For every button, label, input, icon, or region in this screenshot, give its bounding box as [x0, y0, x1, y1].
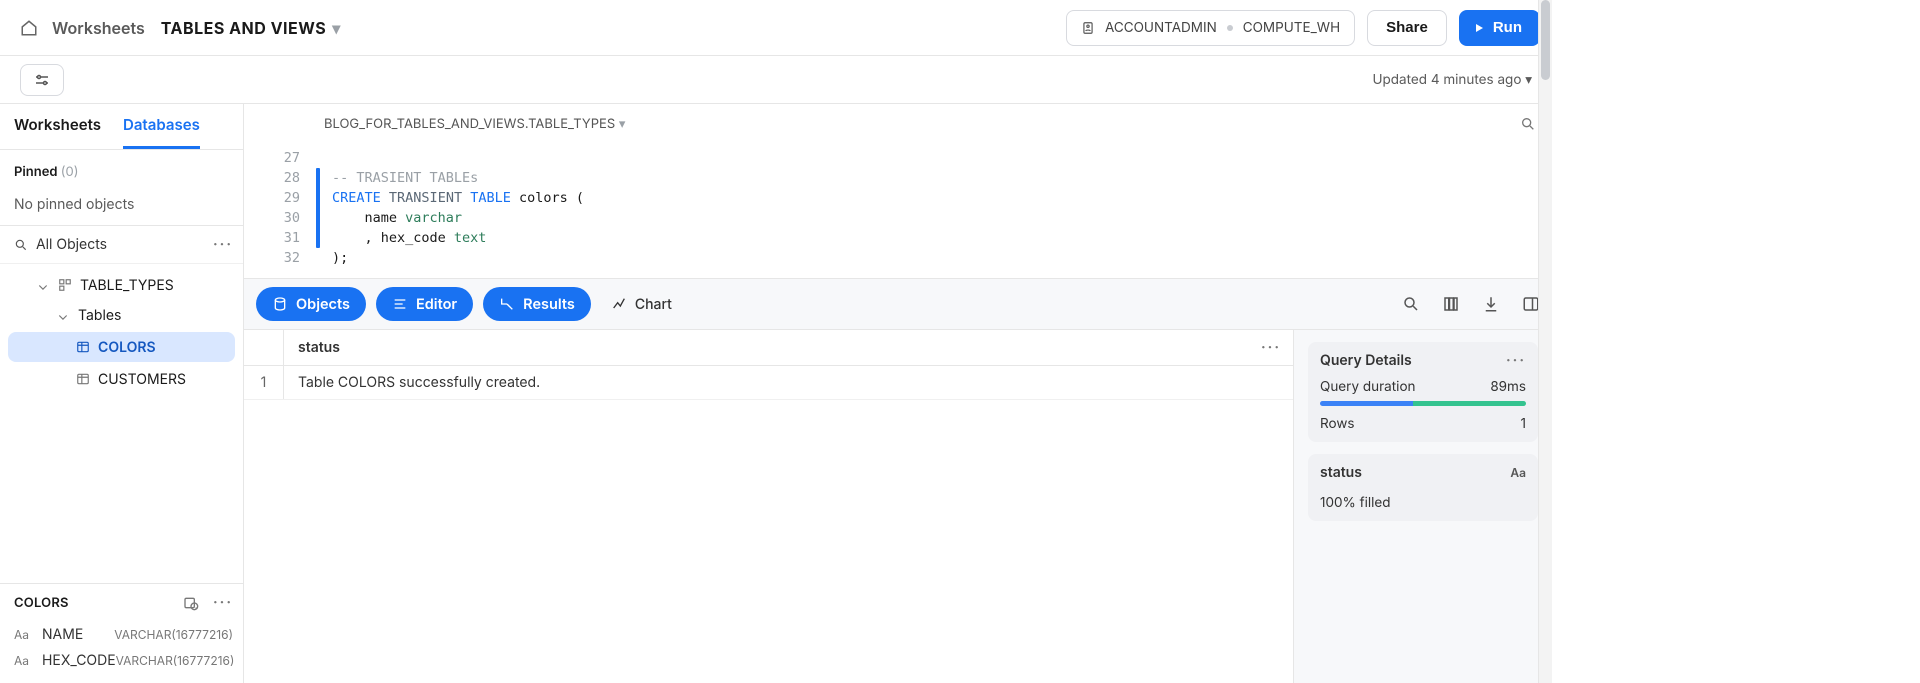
scrollbar[interactable] — [1538, 0, 1552, 683]
duration-label: Query duration — [1320, 379, 1416, 395]
row-number: 1 — [244, 366, 284, 399]
pill-editor[interactable]: Editor — [376, 287, 473, 321]
pill-objects[interactable]: Objects — [256, 287, 366, 321]
execution-marker — [316, 168, 320, 248]
chart-tab[interactable]: Chart — [601, 296, 682, 313]
download-icon[interactable] — [1482, 295, 1500, 313]
warehouse-label: COMPUTE_WH — [1243, 20, 1340, 36]
filters-button[interactable] — [20, 64, 64, 96]
schema-icon — [58, 278, 72, 292]
row-number-header — [244, 330, 284, 365]
tree-tables-group[interactable]: ⌄ Tables — [0, 300, 243, 330]
chevron-down-icon: ▾ — [332, 18, 341, 38]
role-warehouse-selector[interactable]: ACCOUNTADMIN COMPUTE_WH — [1066, 10, 1355, 46]
column-row: AaNAME VARCHAR(16777216) — [14, 621, 233, 647]
share-button[interactable]: Share — [1367, 10, 1447, 46]
role-icon — [1081, 21, 1095, 35]
search-icon[interactable] — [14, 238, 28, 252]
tab-databases[interactable]: Databases — [123, 115, 200, 149]
duration-value: 89ms — [1490, 379, 1526, 395]
details-title: COLORS — [14, 595, 69, 611]
text-type-icon: Aa — [14, 627, 32, 642]
sql-editor[interactable]: 27 28 29 30 31 32 -- TRASIENT TABLEs CRE… — [244, 144, 1552, 278]
text-type-icon: Aa — [1510, 465, 1526, 480]
tree-item-customers[interactable]: CUSTOMERS — [0, 364, 243, 394]
context-path[interactable]: BLOG_FOR_TABLES_AND_VIEWS.TABLE_TYPES ▾ — [324, 116, 625, 132]
tab-worksheets[interactable]: Worksheets — [14, 115, 101, 149]
worksheet-title[interactable]: TABLES AND VIEWS▾ — [161, 18, 341, 38]
text-type-icon: Aa — [14, 653, 32, 668]
rows-value: 1 — [1521, 416, 1527, 432]
query-details-title: Query Details — [1320, 352, 1412, 369]
rows-label: Rows — [1320, 416, 1355, 432]
breadcrumb-worksheets[interactable]: Worksheets — [52, 18, 145, 38]
column-header-status[interactable]: status — [284, 339, 1261, 356]
more-icon[interactable]: ··· — [213, 236, 233, 253]
table-icon — [76, 372, 90, 386]
tree-schema[interactable]: ⌄ TABLE_TYPES — [0, 270, 243, 300]
separator-dot — [1227, 25, 1233, 31]
tree-item-colors[interactable]: COLORS — [8, 332, 235, 362]
table-row[interactable]: 1 Table COLORS successfully created. — [244, 366, 1293, 400]
filled-label: 100% filled — [1320, 495, 1391, 511]
chevron-down-icon: ▾ — [619, 116, 626, 132]
all-objects-label[interactable]: All Objects — [36, 236, 107, 253]
cell-status: Table COLORS successfully created. — [284, 374, 1293, 391]
search-icon[interactable] — [1520, 116, 1536, 132]
updated-label[interactable]: Updated 4 minutes ago ▾ — [1372, 72, 1532, 88]
pinned-empty-text: No pinned objects — [14, 196, 229, 213]
column-row: AaHEX_CODE VARCHAR(16777216) — [14, 647, 233, 673]
chevron-down-icon: ⌄ — [56, 307, 70, 324]
columns-icon[interactable] — [1442, 295, 1460, 313]
role-label: ACCOUNTADMIN — [1105, 20, 1217, 36]
home-icon[interactable] — [20, 19, 38, 37]
search-icon[interactable] — [1402, 295, 1420, 313]
table-icon — [76, 340, 90, 354]
pinned-count: (0) — [61, 164, 79, 180]
pill-results[interactable]: Results — [483, 287, 591, 321]
duration-bar — [1320, 401, 1526, 406]
status-column-label: status — [1320, 464, 1362, 481]
preview-icon[interactable] — [183, 595, 199, 611]
column-menu-icon[interactable]: ··· — [1261, 339, 1293, 356]
more-icon[interactable]: ··· — [213, 594, 233, 611]
pinned-label: Pinned — [14, 164, 58, 180]
run-button[interactable]: Run — [1459, 10, 1540, 46]
chevron-down-icon: ▾ — [1525, 72, 1532, 88]
more-icon[interactable]: ··· — [1506, 352, 1526, 369]
chevron-down-icon: ⌄ — [36, 277, 50, 294]
